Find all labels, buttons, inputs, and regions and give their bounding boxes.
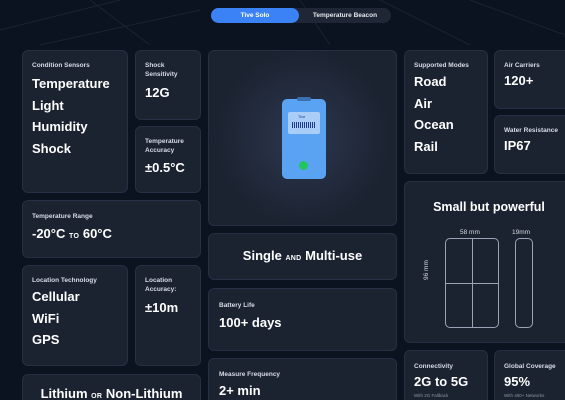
battery-type-card: Lithium OR Non-Lithium xyxy=(22,374,201,400)
shock-sensitivity-value: 12G xyxy=(145,85,170,100)
location-accuracy-card: Location Accuracy: ±10m xyxy=(135,265,201,366)
tab-temperature-beacon[interactable]: Temperature Beacon xyxy=(299,8,391,23)
device-image: Tive xyxy=(282,97,326,179)
device-screen: Tive xyxy=(288,112,320,134)
water-resistance-label: Water Resistance xyxy=(504,127,558,134)
shock-sensitivity-card: Shock Sensitivity 12G xyxy=(135,50,201,120)
led-indicator-icon xyxy=(299,161,308,170)
water-resistance-value: IP67 xyxy=(504,138,531,153)
temperature-range-value: -20°C TO 60°C xyxy=(32,226,112,241)
global-coverage-note: With 400+ Networks xyxy=(504,393,545,398)
location-tech-item: GPS xyxy=(32,332,60,347)
measure-frequency-label: Measure Frequency xyxy=(219,371,281,378)
temperature-accuracy-label: Temperature Accuracy xyxy=(145,138,184,154)
device-side-outline xyxy=(515,238,533,328)
condition-sensors-label: Condition Sensors xyxy=(32,62,90,69)
connectivity-value: 2G to 5G xyxy=(414,374,469,389)
mode-item: Ocean xyxy=(414,117,454,132)
size-title: Small but powerful xyxy=(433,200,545,214)
condition-sensors-card: Condition Sensors Temperature Light Humi… xyxy=(22,50,128,193)
supported-modes-card: Supported Modes Road Air Ocean Rail xyxy=(404,50,488,174)
temperature-range-label: Temperature Range xyxy=(32,213,93,220)
mode-item: Air xyxy=(414,95,433,111)
size-height-label: 96 mm xyxy=(423,260,430,280)
shock-sensitivity-label: Shock Sensitivity xyxy=(145,62,178,78)
mode-item: Road xyxy=(414,74,447,89)
global-coverage-label: Global Coverage xyxy=(504,363,556,370)
sensor-item: Light xyxy=(32,97,64,113)
global-coverage-value: 95% xyxy=(504,374,531,389)
connectivity-note: With 2G Fallback xyxy=(414,393,449,398)
connectivity-label: Connectivity xyxy=(414,363,454,370)
device-brand-text: Tive xyxy=(298,114,306,119)
supported-modes-list: Road Air Ocean Rail xyxy=(414,71,454,157)
sensor-item: Humidity xyxy=(32,119,88,134)
product-tab-switcher: Tive Solo Temperature Beacon xyxy=(211,8,391,23)
location-accuracy-label: Location Accuracy: xyxy=(145,277,177,293)
use-mode-card: Single AND Multi-use xyxy=(208,233,397,280)
battery-life-card: Battery Life 100+ days xyxy=(208,288,397,351)
air-carriers-label: Air Carriers xyxy=(504,62,540,69)
location-tech-item: WiFi xyxy=(32,310,60,326)
location-technology-label: Location Technology xyxy=(32,277,97,284)
size-width-label: 58 mm xyxy=(460,229,480,236)
device-clip xyxy=(297,97,311,101)
connectivity-card: Connectivity 2G to 5G With 2G Fallback xyxy=(404,350,488,400)
device-front-outline xyxy=(445,238,499,328)
global-coverage-card: Global Coverage 95% With 400+ Networks xyxy=(494,350,565,400)
measure-frequency-value: 2+ min xyxy=(219,383,261,398)
condition-sensors-list: Temperature Light Humidity Shock xyxy=(32,73,110,159)
size-card: Small but powerful 58 mm 19mm 96 mm xyxy=(404,181,565,343)
tab-tive-solo[interactable]: Tive Solo xyxy=(211,8,299,23)
location-tech-item: Cellular xyxy=(32,289,80,304)
battery-life-label: Battery Life xyxy=(219,302,255,309)
temperature-range-card: Temperature Range -20°C TO 60°C xyxy=(22,200,201,258)
battery-life-value: 100+ days xyxy=(219,315,282,330)
sensor-item: Shock xyxy=(32,140,72,156)
sensor-item: Temperature xyxy=(32,76,110,91)
location-accuracy-value: ±10m xyxy=(145,300,179,315)
location-technology-list: Cellular WiFi GPS xyxy=(32,286,80,351)
size-depth-label: 19mm xyxy=(512,229,531,236)
temperature-accuracy-value: ±0.5°C xyxy=(145,160,185,175)
water-resistance-card: Water Resistance IP67 xyxy=(494,115,565,174)
barcode-icon xyxy=(292,122,316,128)
supported-modes-label: Supported Modes xyxy=(414,62,469,69)
outline-divider-horizontal xyxy=(446,283,498,284)
air-carriers-value: 120+ xyxy=(504,73,534,88)
battery-type-value: Lithium OR Non-Lithium xyxy=(40,386,183,400)
device-image-card: Tive xyxy=(208,50,397,226)
air-carriers-card: Air Carriers 120+ xyxy=(494,50,565,109)
measure-frequency-card: Measure Frequency 2+ min xyxy=(208,358,397,400)
location-technology-card: Location Technology Cellular WiFi GPS xyxy=(22,265,128,366)
mode-item: Rail xyxy=(414,138,438,154)
use-mode-value: Single AND Multi-use xyxy=(242,248,363,263)
temperature-accuracy-card: Temperature Accuracy ±0.5°C xyxy=(135,126,201,193)
